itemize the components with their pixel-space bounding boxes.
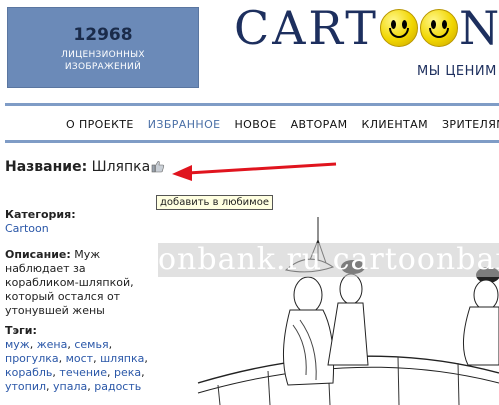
caption-line-2: ИЗОБРАЖЕНИЙ xyxy=(64,62,142,72)
tags-list: муж, жена, семья, прогулка, мост, шляпка… xyxy=(5,338,148,393)
favorite-tooltip: добавить в любимое xyxy=(156,195,273,210)
image-count-caption: ЛИЦЕНЗИОННЫХ ИЗОБРАЖЕНИЙ xyxy=(8,49,198,73)
image-counter-box: 12968 ЛИЦЕНЗИОННЫХ ИЗОБРАЖЕНИЙ xyxy=(7,7,199,88)
tag-link[interactable]: река xyxy=(114,366,141,379)
nav-item[interactable]: ЗРИТЕЛЯМ xyxy=(442,118,499,131)
tag-link[interactable]: радость xyxy=(94,380,141,393)
tags-block: Тэги: муж, жена, семья, прогулка, мост, … xyxy=(5,324,155,394)
caption-line-1: ЛИЦЕНЗИОННЫХ xyxy=(61,50,145,60)
description-label: Описание: xyxy=(5,248,71,261)
tag-link[interactable]: мост xyxy=(66,352,93,365)
title-label: Название: xyxy=(5,159,88,175)
red-arrow-annotation xyxy=(172,162,337,181)
smiley-icon xyxy=(379,9,418,47)
tag-link[interactable]: шляпка xyxy=(100,352,144,365)
logo-text-start: CART xyxy=(234,1,379,55)
nav-item[interactable]: КЛИЕНТАМ xyxy=(362,118,428,131)
nav-item[interactable]: НОВОЕ xyxy=(235,118,277,131)
nav-item[interactable]: О ПРОЕКТЕ xyxy=(66,118,134,131)
tag-link[interactable]: упала xyxy=(53,380,87,393)
tag-link[interactable]: течение xyxy=(59,366,107,379)
nav-bottom-divider xyxy=(5,140,499,143)
smiley-icon xyxy=(419,9,458,47)
tag-link[interactable]: семья xyxy=(74,338,108,351)
tag-link[interactable]: прогулка xyxy=(5,352,59,365)
tags-label: Тэги: xyxy=(5,324,37,337)
category-block: Категория: Cartoon xyxy=(5,208,145,236)
main-nav: О ПРОЕКТЕ ИЗБРАННОЕ НОВОЕ АВТОРАМ КЛИЕНТАМ ЗР… xyxy=(66,118,499,131)
cartoon-image: onbank.ru cartoonbank xyxy=(158,215,499,405)
watermark: onbank.ru cartoonbank xyxy=(158,242,499,277)
nav-top-divider xyxy=(5,103,499,106)
nav-item[interactable]: АВТОРАМ xyxy=(291,118,348,131)
image-count: 12968 xyxy=(73,25,133,45)
site-logo[interactable]: CART N xyxy=(234,1,499,55)
category-link[interactable]: Cartoon xyxy=(5,222,49,235)
image-title: Название: Шляпка xyxy=(5,159,150,175)
description-block: Описание: Муж наблюдает за корабликом-шл… xyxy=(5,248,147,318)
tag-link[interactable]: корабль xyxy=(5,366,52,379)
nav-item[interactable]: ИЗБРАННОЕ xyxy=(148,118,221,131)
tagline: МЫ ЦЕНИМ xyxy=(417,64,497,79)
tag-link[interactable]: утопил xyxy=(5,380,46,393)
tag-link[interactable]: жена xyxy=(37,338,68,351)
thumbs-up-icon[interactable] xyxy=(151,160,165,173)
logo-text-end: N xyxy=(458,1,499,55)
title-value: Шляпка xyxy=(91,159,151,175)
category-label: Категория: xyxy=(5,208,76,221)
tag-link[interactable]: муж xyxy=(5,338,30,351)
